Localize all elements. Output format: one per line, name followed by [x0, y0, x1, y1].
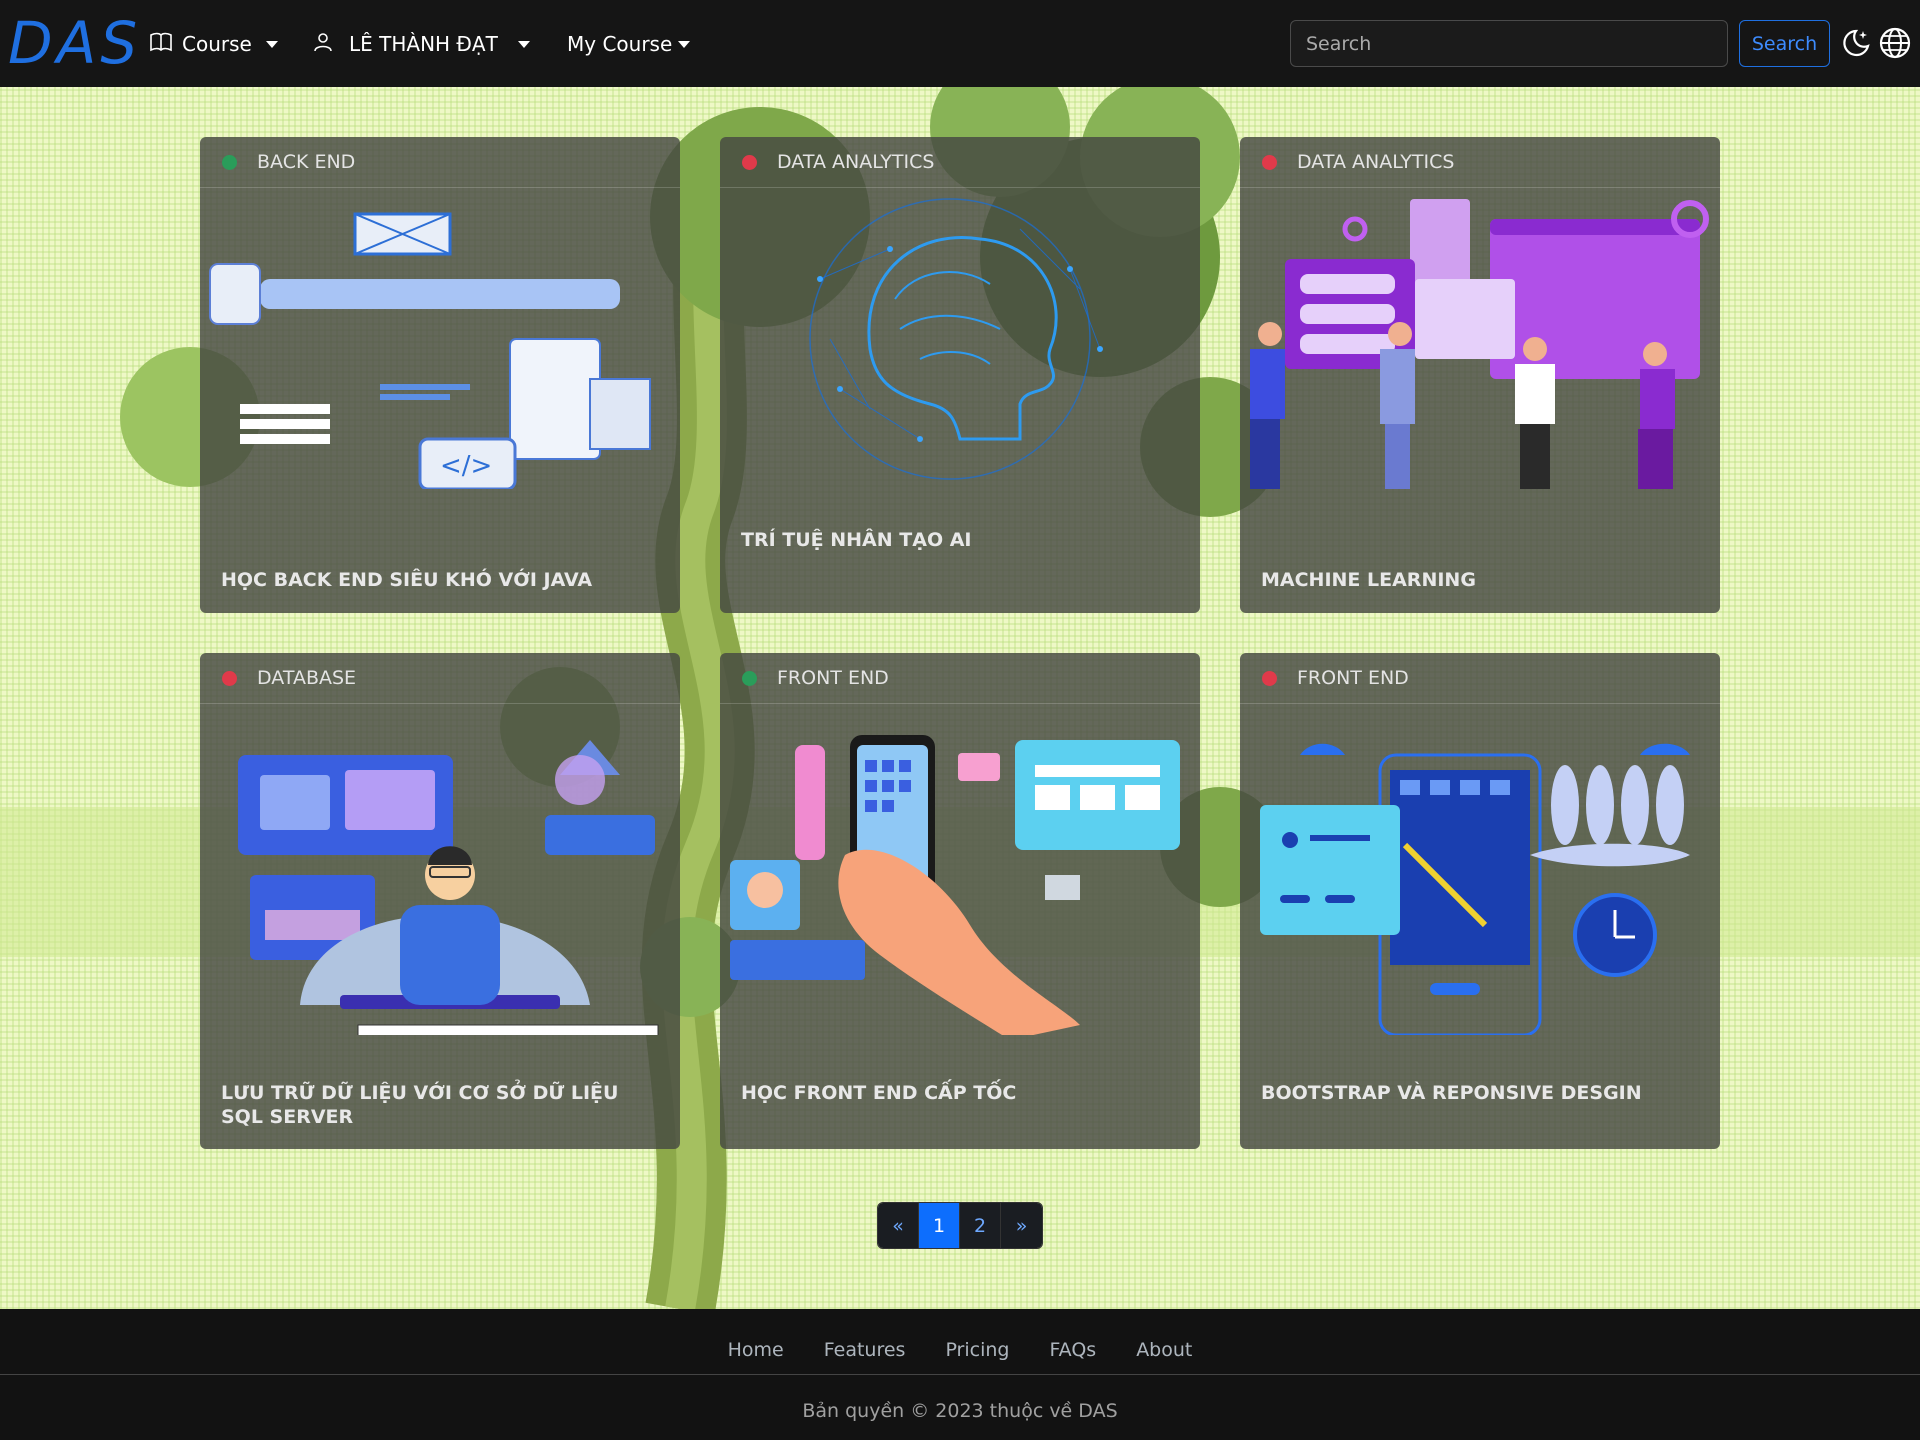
search-button[interactable]: Search — [1739, 20, 1830, 67]
footer-link-about[interactable]: About — [1136, 1339, 1192, 1361]
frontend-illustration — [730, 735, 1180, 1035]
course-card[interactable]: DATABASE LƯU TRỮ DỮ LIỆU VỚI CƠ SỞ DỮ LI… — [200, 653, 680, 1149]
pagination-page-1[interactable]: 1 — [919, 1203, 960, 1248]
main-content: BACK END </> HỌC BACK END SIÊU KHÓ VỚI J… — [0, 87, 1920, 1309]
card-header: FRONT END — [1240, 653, 1720, 704]
chevron-down-icon — [678, 40, 691, 48]
course-dropdown[interactable]: Course — [150, 28, 278, 60]
status-dot — [742, 154, 757, 170]
card-header: DATA ANALYTICS — [1240, 137, 1720, 188]
user-dropdown[interactable]: LÊ THÀNH ĐẠT — [313, 28, 530, 60]
ai-brain-illustration — [809, 198, 1103, 480]
copyright-text: Bản quyền © 2023 thuộc về DAS — [802, 1400, 1118, 1422]
status-dot — [742, 670, 757, 686]
person-icon — [313, 32, 333, 57]
course-card[interactable]: FRONT END BOOTSTRAP VÀ REPONSIVE DESGIN — [1240, 653, 1720, 1149]
card-title[interactable]: HỌC BACK END SIÊU KHÓ VỚI JAVA — [221, 568, 661, 592]
course-card[interactable]: BACK END </> HỌC BACK END SIÊU KHÓ VỚI J… — [200, 137, 680, 613]
footer-link-home[interactable]: Home — [728, 1339, 784, 1361]
brand-logo[interactable]: DAS — [8, 8, 141, 78]
chevron-down-icon — [517, 40, 530, 48]
card-header: DATA ANALYTICS — [720, 137, 1200, 188]
pagination: « 1 2 » — [877, 1202, 1043, 1249]
footer-divider — [0, 1374, 1920, 1375]
footer-link-pricing[interactable]: Pricing — [945, 1339, 1009, 1361]
backend-illustration: </> — [209, 212, 651, 489]
database-illustration — [238, 740, 659, 1035]
my-course-dropdown[interactable]: My Course — [567, 28, 691, 60]
card-header: BACK END — [200, 137, 680, 188]
pagination-page-2[interactable]: 2 — [960, 1203, 1001, 1248]
status-dot — [1262, 154, 1277, 170]
course-card[interactable]: FRONT END HỌC FRONT END CẤP TỐC — [720, 653, 1200, 1149]
card-title[interactable]: TRÍ TUỆ NHÂN TẠO AI — [741, 528, 1181, 552]
course-label: Course — [182, 32, 252, 56]
card-category: DATA ANALYTICS — [777, 151, 935, 173]
course-card[interactable]: DATA ANALYTICS TRÍ TUỆ NHÂN TẠO AI — [720, 137, 1200, 613]
globe-icon[interactable] — [1878, 26, 1912, 60]
card-header: DATABASE — [200, 653, 680, 704]
card-title[interactable]: LƯU TRỮ DỮ LIỆU VỚI CƠ SỞ DỮ LIỆU SQL SE… — [221, 1081, 661, 1129]
svg-text:</>: </> — [440, 451, 492, 481]
pagination-next[interactable]: » — [1001, 1203, 1042, 1248]
book-icon — [150, 32, 172, 57]
card-title[interactable]: MACHINE LEARNING — [1261, 568, 1701, 592]
card-category: FRONT END — [1297, 667, 1409, 689]
card-header: FRONT END — [720, 653, 1200, 704]
status-dot — [222, 154, 237, 170]
course-card[interactable]: DATA ANALYTICS MACHINE LEARNING — [1240, 137, 1720, 613]
user-name-label: LÊ THÀNH ĐẠT — [349, 32, 498, 56]
footer-nav: Home Features Pricing FAQs About — [0, 1339, 1920, 1361]
card-category: DATA ANALYTICS — [1297, 151, 1455, 173]
status-dot — [1262, 670, 1277, 686]
pagination-prev[interactable]: « — [878, 1203, 919, 1248]
footer-link-features[interactable]: Features — [824, 1339, 906, 1361]
search-input[interactable] — [1290, 20, 1728, 67]
status-dot — [222, 670, 237, 686]
my-course-label: My Course — [567, 32, 673, 56]
machine-learning-illustration — [1250, 199, 1709, 489]
footer: Home Features Pricing FAQs About Bản quy… — [0, 1309, 1920, 1440]
footer-link-faqs[interactable]: FAQs — [1049, 1339, 1096, 1361]
card-category: FRONT END — [777, 667, 889, 689]
chevron-down-icon — [265, 40, 278, 48]
top-navbar: DAS Course LÊ THÀNH ĐẠT My Course Search — [0, 0, 1920, 87]
card-title[interactable]: HỌC FRONT END CẤP TỐC — [741, 1081, 1181, 1105]
card-title[interactable]: BOOTSTRAP VÀ REPONSIVE DESGIN — [1261, 1081, 1701, 1105]
bootstrap-illustration — [1260, 743, 1690, 1035]
card-category: DATABASE — [257, 667, 357, 689]
card-category: BACK END — [257, 151, 356, 173]
moon-stars-icon[interactable] — [1838, 26, 1872, 60]
